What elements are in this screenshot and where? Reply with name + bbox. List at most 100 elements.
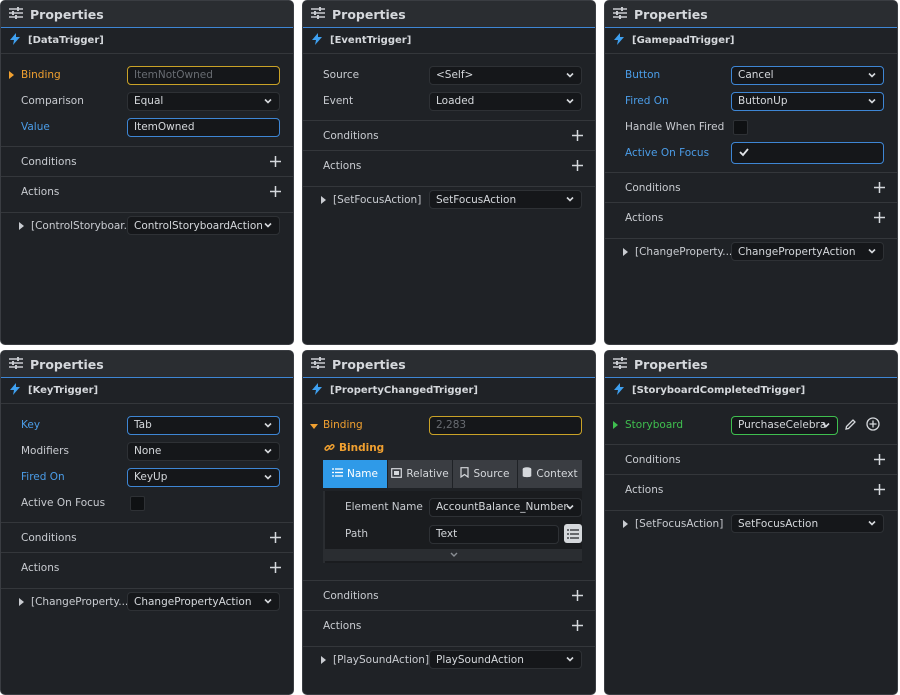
action-type-dropdown[interactable]: ControlStoryboardAction bbox=[127, 216, 280, 235]
active-on-focus-checkbox[interactable] bbox=[731, 142, 884, 164]
key-dropdown[interactable]: Tab bbox=[127, 415, 280, 435]
source-row: Source <Self> bbox=[303, 62, 595, 88]
actions-section[interactable]: Actions bbox=[1, 176, 293, 206]
modifiers-dropdown[interactable]: None bbox=[127, 441, 280, 461]
value-row: Value ItemOwned bbox=[1, 114, 293, 140]
action-type-dropdown[interactable]: PlaySoundAction bbox=[429, 650, 582, 669]
handle-when-fired-checkbox[interactable] bbox=[733, 119, 748, 135]
element-name-dropdown[interactable]: AccountBalance_Number bbox=[429, 497, 582, 517]
sliders-icon bbox=[9, 356, 23, 372]
expand-arrow-icon[interactable] bbox=[321, 655, 326, 664]
tab-source[interactable]: Source bbox=[453, 460, 518, 488]
action-item-label: [ControlStoryboar... bbox=[31, 219, 134, 232]
conditions-section[interactable]: Conditions bbox=[303, 580, 595, 610]
button-label: Button bbox=[625, 69, 661, 81]
image-icon bbox=[391, 467, 406, 481]
chevron-down-icon bbox=[449, 549, 459, 562]
add-condition-icon[interactable] bbox=[874, 454, 885, 468]
actions-section[interactable]: Actions bbox=[303, 610, 595, 640]
path-picker-icon[interactable] bbox=[564, 524, 582, 543]
chevron-down-icon bbox=[867, 96, 877, 109]
active-on-focus-checkbox[interactable] bbox=[130, 495, 145, 511]
add-circle-icon[interactable] bbox=[866, 417, 880, 434]
action-type-dropdown[interactable]: ChangePropertyAction bbox=[731, 242, 884, 261]
event-dropdown[interactable]: Loaded bbox=[429, 91, 582, 111]
panel-header: Properties bbox=[605, 351, 897, 378]
binding-row: Binding 2,283 bbox=[303, 412, 595, 438]
expand-arrow-icon[interactable] bbox=[623, 247, 628, 256]
actions-section[interactable]: Actions bbox=[605, 474, 897, 504]
fired-on-dropdown[interactable]: ButtonUp bbox=[731, 91, 884, 111]
edit-pencil-icon[interactable] bbox=[844, 418, 857, 434]
sliders-icon bbox=[311, 6, 325, 22]
conditions-section[interactable]: Conditions bbox=[303, 120, 595, 150]
button-dropdown[interactable]: Cancel bbox=[731, 65, 884, 85]
binding-input[interactable]: ItemNotOwned bbox=[127, 65, 280, 85]
expanded-arrow-icon[interactable] bbox=[310, 421, 318, 434]
add-condition-icon[interactable] bbox=[270, 532, 281, 546]
add-action-icon[interactable] bbox=[572, 160, 583, 174]
tab-name[interactable]: Name bbox=[323, 460, 388, 488]
tab-context[interactable]: Context bbox=[518, 460, 582, 488]
panel-header: Properties bbox=[1, 351, 293, 378]
fired-on-value: ButtonUp bbox=[738, 95, 788, 107]
add-condition-icon[interactable] bbox=[874, 182, 885, 196]
value-label: Value bbox=[21, 121, 50, 133]
add-action-icon[interactable] bbox=[874, 212, 885, 226]
actions-label: Actions bbox=[323, 619, 362, 632]
add-action-icon[interactable] bbox=[572, 620, 583, 634]
chevron-down-icon bbox=[263, 472, 273, 485]
comparison-value: Equal bbox=[134, 95, 164, 107]
panel-header: Properties bbox=[303, 1, 595, 28]
button-value: Cancel bbox=[738, 69, 774, 81]
bolt-icon bbox=[312, 33, 322, 48]
actions-section[interactable]: Actions bbox=[303, 150, 595, 180]
add-action-icon[interactable] bbox=[270, 562, 281, 576]
actions-section[interactable]: Actions bbox=[605, 202, 897, 232]
comparison-dropdown[interactable]: Equal bbox=[127, 91, 280, 111]
panel-title: Properties bbox=[332, 6, 406, 22]
expand-arrow-icon[interactable] bbox=[19, 597, 24, 606]
action-item-row: [ChangeProperty... ChangePropertyAction bbox=[1, 588, 293, 614]
trigger-name: [StoryboardCompletedTrigger] bbox=[632, 385, 806, 396]
binding-input[interactable]: 2,283 bbox=[429, 415, 582, 435]
action-type-dropdown[interactable]: SetFocusAction bbox=[429, 190, 582, 209]
conditions-label: Conditions bbox=[21, 531, 77, 544]
conditions-section[interactable]: Conditions bbox=[605, 172, 897, 202]
add-action-icon[interactable] bbox=[874, 484, 885, 498]
tab-relative[interactable]: Relative bbox=[388, 460, 453, 488]
action-item-row: [ControlStoryboar... ControlStoryboardAc… bbox=[1, 212, 293, 238]
add-condition-icon[interactable] bbox=[572, 130, 583, 144]
add-action-icon[interactable] bbox=[270, 186, 281, 200]
add-condition-icon[interactable] bbox=[270, 156, 281, 170]
list-icon bbox=[332, 468, 347, 480]
binding-mode-tabs: Name Relative Source Context bbox=[323, 460, 582, 488]
source-dropdown[interactable]: <Self> bbox=[429, 65, 582, 85]
expand-arrow-icon[interactable] bbox=[623, 519, 628, 528]
panel-title: Properties bbox=[30, 6, 104, 22]
value-input[interactable]: ItemOwned bbox=[127, 117, 280, 137]
conditions-label: Conditions bbox=[323, 129, 379, 142]
conditions-section[interactable]: Conditions bbox=[605, 444, 897, 474]
add-condition-icon[interactable] bbox=[572, 590, 583, 604]
path-row: Path Text bbox=[325, 521, 582, 547]
key-row: Key Tab bbox=[1, 412, 293, 438]
fired-on-dropdown[interactable]: KeyUp bbox=[127, 467, 280, 487]
conditions-section[interactable]: Conditions bbox=[1, 146, 293, 176]
expand-arrow-icon[interactable] bbox=[19, 221, 24, 230]
actions-section[interactable]: Actions bbox=[1, 552, 293, 582]
conditions-section[interactable]: Conditions bbox=[1, 522, 293, 552]
properties-panel-key-trigger: Properties [KeyTrigger] Key Tab Modifier… bbox=[0, 350, 294, 695]
path-input[interactable]: Text bbox=[429, 524, 559, 544]
storyboard-dropdown[interactable]: PurchaseCelebra bbox=[731, 415, 838, 435]
action-type-dropdown[interactable]: SetFocusAction bbox=[731, 514, 884, 533]
collapse-details-bar[interactable] bbox=[325, 549, 582, 561]
binding-marker-icon bbox=[9, 71, 14, 79]
database-icon bbox=[522, 467, 536, 481]
action-type-dropdown[interactable]: ChangePropertyAction bbox=[127, 592, 280, 611]
action-item-label: [ChangeProperty... bbox=[31, 595, 129, 608]
action-item-label: [ChangeProperty... bbox=[635, 245, 733, 258]
expand-arrow-icon[interactable] bbox=[321, 195, 326, 204]
storyboard-label: Storyboard bbox=[625, 419, 684, 431]
conditions-label: Conditions bbox=[625, 181, 681, 194]
